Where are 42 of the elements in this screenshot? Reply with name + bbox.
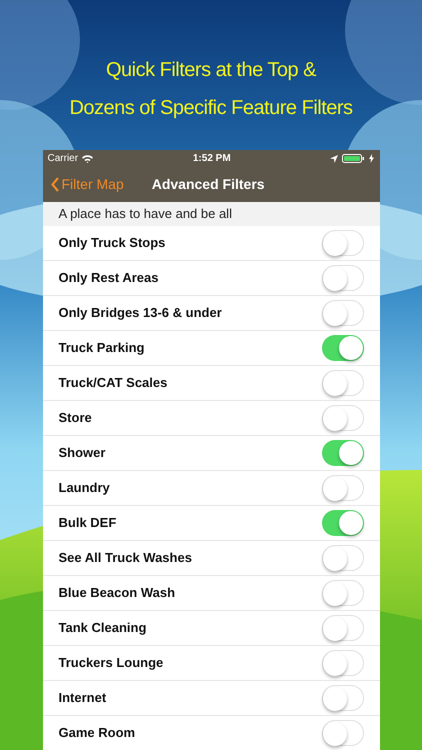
filter-label: Laundry [58,479,110,498]
filter-label: Only Truck Stops [58,234,166,252]
filter-label: Internet [58,689,106,708]
back-button[interactable]: Filter Map [50,174,124,195]
toggle-switch[interactable] [322,265,364,291]
battery-icon [342,154,366,163]
filter-label: Store [58,409,92,428]
filter-label: Truck Parking [58,339,144,358]
filter-label: Shower [58,444,106,462]
location-arrow-icon [330,154,338,162]
toggle-switch[interactable] [322,405,364,431]
toggle-switch[interactable] [322,230,364,256]
filter-label: Game Room [58,724,136,742]
headline: Dozens of Specific Feature Filters [69,96,353,121]
filter-label: Only Rest Areas [58,269,158,288]
filter-label: Bulk DEF [58,514,116,532]
screen-title: Advanced Filters [152,175,265,194]
clock-time: 1:52 PM [192,152,231,166]
filter-label: See All Truck Washes [58,549,192,568]
toggle-switch[interactable] [322,545,364,571]
toggle-switch[interactable] [322,370,364,396]
toggle-switch[interactable] [322,475,364,501]
toggle-switch[interactable] [322,510,364,536]
chevron-left-icon [50,177,58,192]
toggle-switch[interactable] [322,615,364,641]
toggle-switch[interactable] [322,650,364,676]
toggle-switch[interactable] [322,580,364,606]
filter-label: Truck/CAT Scales [58,374,168,392]
charging-bolt-icon [369,154,374,163]
carrier-label: Carrier [48,152,78,166]
filter-label: Tank Cleaning [58,619,146,638]
toggle-switch[interactable] [322,300,364,326]
toggle-switch[interactable] [322,335,364,361]
wifi-icon [82,154,94,162]
toggle-switch[interactable] [322,685,364,711]
filter-label: Only Bridges 13-6 & under [58,304,222,322]
filter-label: Truckers Lounge [58,654,164,672]
toggle-switch[interactable] [322,720,364,746]
toggle-switch[interactable] [322,440,364,466]
filter-label: Blue Beacon Wash [58,584,176,602]
section-header: A place has to have and be all [58,205,232,224]
headline: Quick Filters at the Top & [106,58,316,83]
